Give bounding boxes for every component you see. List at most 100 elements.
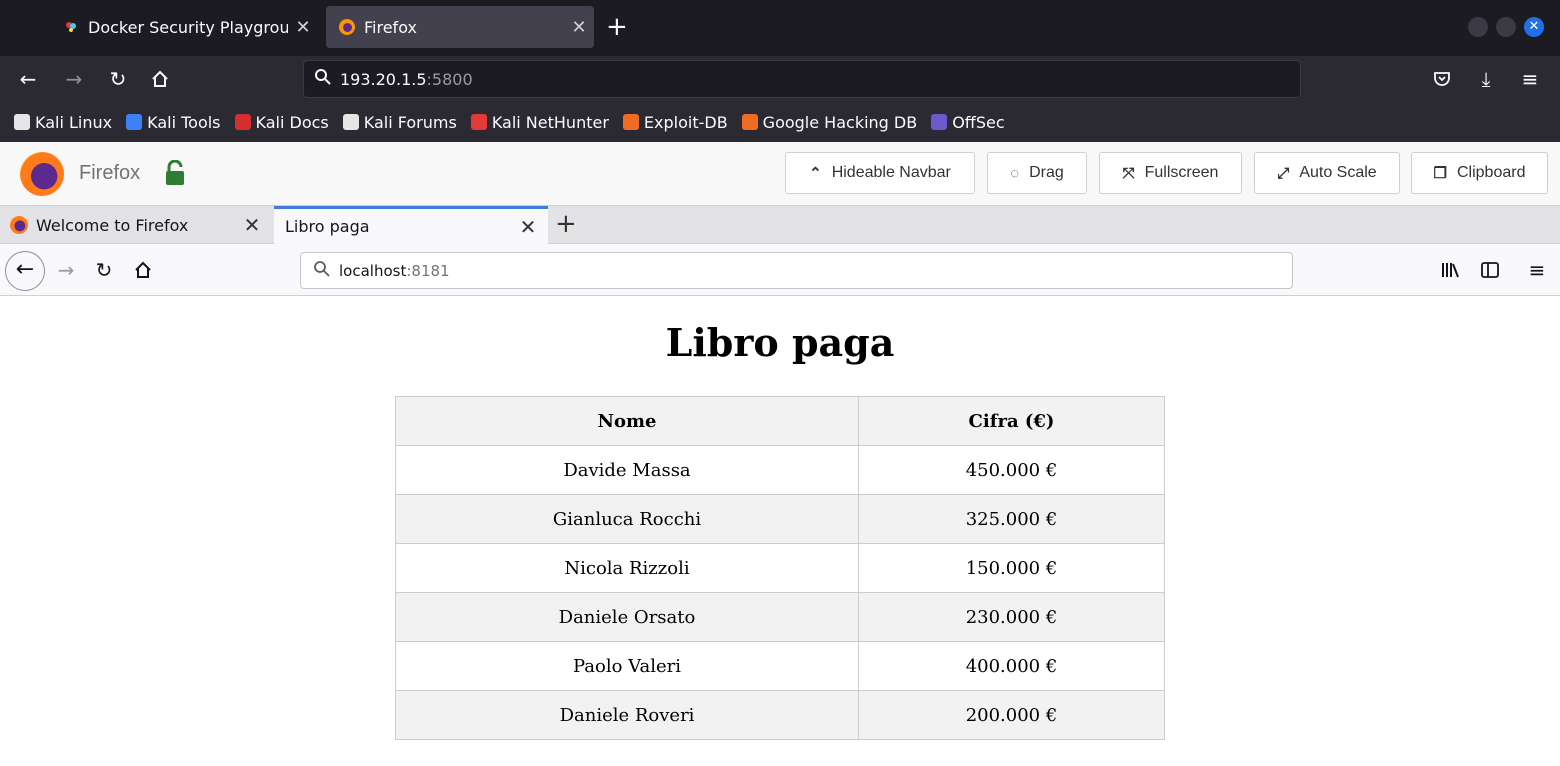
unlocked-padlock-icon xyxy=(164,159,186,186)
search-icon xyxy=(313,260,331,282)
column-header-cifra: Cifra (€) xyxy=(858,396,1165,446)
table-row: Daniele Roveri 200.000 € xyxy=(395,690,1165,740)
inner-tab-bar: Welcome to Firefox ✕ Libro paga ✕ + xyxy=(0,206,1560,244)
bookmark-google-hacking-db[interactable]: Google Hacking DB xyxy=(741,113,917,132)
table-row: Gianluca Rocchi 325.000 € xyxy=(395,494,1165,544)
amount-cell: 200.000 € xyxy=(858,690,1165,740)
bookmark-kali-linux[interactable]: Kali Linux xyxy=(14,113,112,132)
exploit-db-icon xyxy=(622,114,639,130)
menu-icon[interactable]: ≡ xyxy=(1523,256,1551,284)
table-header-row: Nome Cifra (€) xyxy=(395,396,1165,446)
payroll-table: Nome Cifra (€) Davide Massa 450.000 € Gi… xyxy=(395,396,1165,740)
docker-favicon-icon xyxy=(62,18,80,36)
search-icon xyxy=(314,68,332,90)
bookmarks-toolbar: Kali Linux Kali Tools Kali Docs Kali For… xyxy=(0,102,1560,142)
firefox-favicon-icon xyxy=(338,18,356,36)
inner-tab-welcome[interactable]: Welcome to Firefox ✕ xyxy=(0,206,272,244)
back-icon[interactable]: ← xyxy=(5,251,45,291)
fullscreen-icon: ⤧ xyxy=(1122,164,1135,182)
reload-icon[interactable]: ↻ xyxy=(104,65,132,93)
new-tab-icon[interactable]: + xyxy=(555,208,577,240)
pocket-icon[interactable] xyxy=(1428,65,1456,93)
amount-cell: 150.000 € xyxy=(858,543,1165,593)
bookmark-exploit-db[interactable]: Exploit-DB xyxy=(622,113,728,132)
outer-url-bar[interactable]: 193.20.1.5:5800 xyxy=(303,60,1301,98)
bookmark-kali-forums[interactable]: Kali Forums xyxy=(342,113,457,132)
amount-cell: 325.000 € xyxy=(858,494,1165,544)
minimize-icon[interactable] xyxy=(1468,17,1488,37)
kali-docs-icon xyxy=(234,114,251,130)
amount-cell: 400.000 € xyxy=(858,641,1165,691)
downloads-icon[interactable]: ⤓ xyxy=(1472,65,1500,93)
table-row: Daniele Orsato 230.000 € xyxy=(395,592,1165,642)
drag-button[interactable]: ◌ Drag xyxy=(987,152,1087,194)
new-tab-icon[interactable]: + xyxy=(606,12,628,42)
url-port: :8181 xyxy=(406,261,450,280)
column-header-nome: Nome xyxy=(395,396,859,446)
drag-hand-icon: ◌ xyxy=(1010,164,1020,182)
name-cell: Davide Massa xyxy=(395,445,859,495)
hideable-navbar-button[interactable]: ⌃ Hideable Navbar xyxy=(785,152,975,194)
url-host: localhost xyxy=(339,261,407,280)
close-tab-icon[interactable]: ✕ xyxy=(288,17,318,38)
kali-tools-icon xyxy=(126,114,143,130)
firefox-favicon-icon xyxy=(10,216,28,234)
table-row: Paolo Valeri 400.000 € xyxy=(395,641,1165,691)
firefox-logo-icon xyxy=(20,152,64,196)
forward-icon[interactable]: → xyxy=(52,256,80,284)
url-host: 193.20.1.5 xyxy=(340,69,427,89)
forward-icon[interactable]: → xyxy=(60,65,88,93)
chevron-up-icon: ⌃ xyxy=(809,165,822,182)
outer-tab-title: Docker Security Playground xyxy=(88,17,288,37)
inner-url-bar[interactable]: localhost:8181 xyxy=(300,252,1293,289)
library-icon[interactable] xyxy=(1436,256,1464,284)
outer-tab-firefox[interactable]: Firefox ✕ xyxy=(326,6,594,48)
expand-diagonal-icon: ⤢ xyxy=(1277,164,1290,182)
clipboard-button[interactable]: ❐ Clipboard xyxy=(1411,152,1548,194)
page-title: Libro paga xyxy=(665,320,895,365)
bookmark-kali-docs[interactable]: Kali Docs xyxy=(234,113,329,132)
name-cell: Daniele Roveri xyxy=(395,690,859,740)
name-cell: Paolo Valeri xyxy=(395,641,859,691)
vnc-toolbar: Firefox ⌃ Hideable Navbar ◌ Drag ⤧ Fullscre… xyxy=(0,142,1560,206)
amount-cell: 450.000 € xyxy=(858,445,1165,495)
inner-tab-title: Welcome to Firefox xyxy=(36,215,189,235)
bookmark-kali-tools[interactable]: Kali Tools xyxy=(126,113,221,132)
clipboard-icon: ❐ xyxy=(1433,165,1447,182)
amount-cell: 230.000 € xyxy=(858,592,1165,642)
name-cell: Daniele Orsato xyxy=(395,592,859,642)
close-tab-icon[interactable]: ✕ xyxy=(508,215,548,239)
url-port: :5800 xyxy=(426,69,473,89)
auto-scale-button[interactable]: ⤢ Auto Scale xyxy=(1254,152,1400,194)
home-icon[interactable] xyxy=(129,256,157,284)
inner-tab-title: Libro paga xyxy=(285,217,370,236)
reload-icon[interactable]: ↻ xyxy=(90,256,118,284)
inner-nav-bar: ← → ↻ localhost:8181 ≡ xyxy=(0,244,1560,296)
bookmark-kali-nethunter[interactable]: Kali NetHunter xyxy=(470,113,609,132)
kali-forums-icon xyxy=(342,114,359,130)
maximize-icon[interactable] xyxy=(1496,17,1516,37)
table-row: Nicola Rizzoli 150.000 € xyxy=(395,543,1165,593)
kali-nethunter-icon xyxy=(470,114,487,130)
google-hacking-db-icon xyxy=(741,114,758,130)
home-icon[interactable] xyxy=(146,65,174,93)
kali-linux-icon xyxy=(14,114,30,130)
name-cell: Nicola Rizzoli xyxy=(395,543,859,593)
close-tab-icon[interactable]: ✕ xyxy=(232,213,272,237)
menu-icon[interactable]: ≡ xyxy=(1516,65,1544,93)
window-close-icon[interactable]: ✕ xyxy=(1524,17,1544,37)
fullscreen-button[interactable]: ⤧ Fullscreen xyxy=(1099,152,1242,194)
table-row: Davide Massa 450.000 € xyxy=(395,445,1165,495)
outer-tab-docker-security[interactable]: Docker Security Playground ✕ xyxy=(50,6,318,48)
sidebar-icon[interactable] xyxy=(1476,256,1504,284)
outer-tab-title: Firefox xyxy=(364,17,417,37)
outer-tab-bar: Docker Security Playground ✕ Firefox ✕ +… xyxy=(0,0,1560,56)
close-tab-icon[interactable]: ✕ xyxy=(564,17,594,38)
back-icon[interactable]: ← xyxy=(14,65,42,93)
name-cell: Gianluca Rocchi xyxy=(395,494,859,544)
inner-tab-libro-paga[interactable]: Libro paga ✕ xyxy=(274,206,548,244)
outer-nav-bar: ← → ↻ 193.20.1.5:5800 ⤓ ≡ xyxy=(0,56,1560,102)
offsec-icon xyxy=(931,114,948,130)
bookmark-offsec[interactable]: OffSec xyxy=(931,113,1005,132)
vnc-app-name: Firefox xyxy=(79,162,141,184)
